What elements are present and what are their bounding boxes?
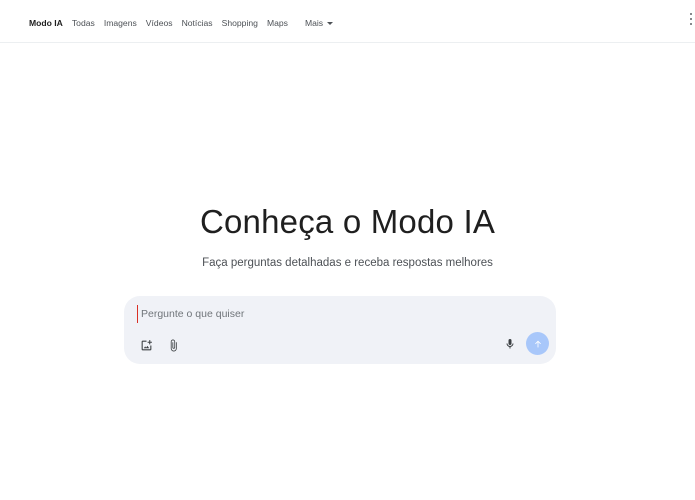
send-arrow-icon — [534, 340, 541, 347]
tab-images[interactable]: Imagens — [104, 17, 137, 29]
tab-maps[interactable]: Maps — [267, 17, 288, 29]
search-tabs: Modo IA Todas Imagens Vídeos Notícias Sh… — [29, 16, 334, 30]
top-navigation: Modo IA Todas Imagens Vídeos Notícias Sh… — [0, 0, 695, 43]
page-title: Conheça o Modo IA — [199, 203, 496, 240]
voice-input-button[interactable] — [502, 336, 518, 352]
tab-ai-mode[interactable]: Modo IA — [29, 17, 63, 29]
add-image-button[interactable] — [138, 337, 154, 353]
tab-all[interactable]: Todas — [72, 17, 95, 29]
paperclip-icon — [170, 339, 177, 351]
caret-down-icon — [327, 21, 334, 25]
attach-file-button[interactable] — [165, 337, 181, 353]
tab-more-label: Mais — [304, 18, 324, 28]
send-button[interactable] — [526, 332, 549, 355]
ai-mode-page: Modo IA Todas Imagens Vídeos Notícias Sh… — [0, 0, 695, 500]
tab-news[interactable]: Notícias — [182, 17, 213, 29]
page-subtitle: Faça perguntas detalhadas e receba respo… — [202, 257, 493, 269]
tab-more[interactable]: Mais — [304, 17, 334, 29]
prompt-input[interactable] — [137, 305, 537, 323]
add-image-icon — [141, 339, 152, 350]
tab-shopping[interactable]: Shopping — [222, 17, 258, 29]
tab-videos[interactable]: Vídeos — [146, 17, 173, 29]
prompt-box — [124, 296, 556, 364]
more-vert-icon[interactable] — [688, 12, 694, 26]
microphone-icon — [506, 339, 514, 349]
